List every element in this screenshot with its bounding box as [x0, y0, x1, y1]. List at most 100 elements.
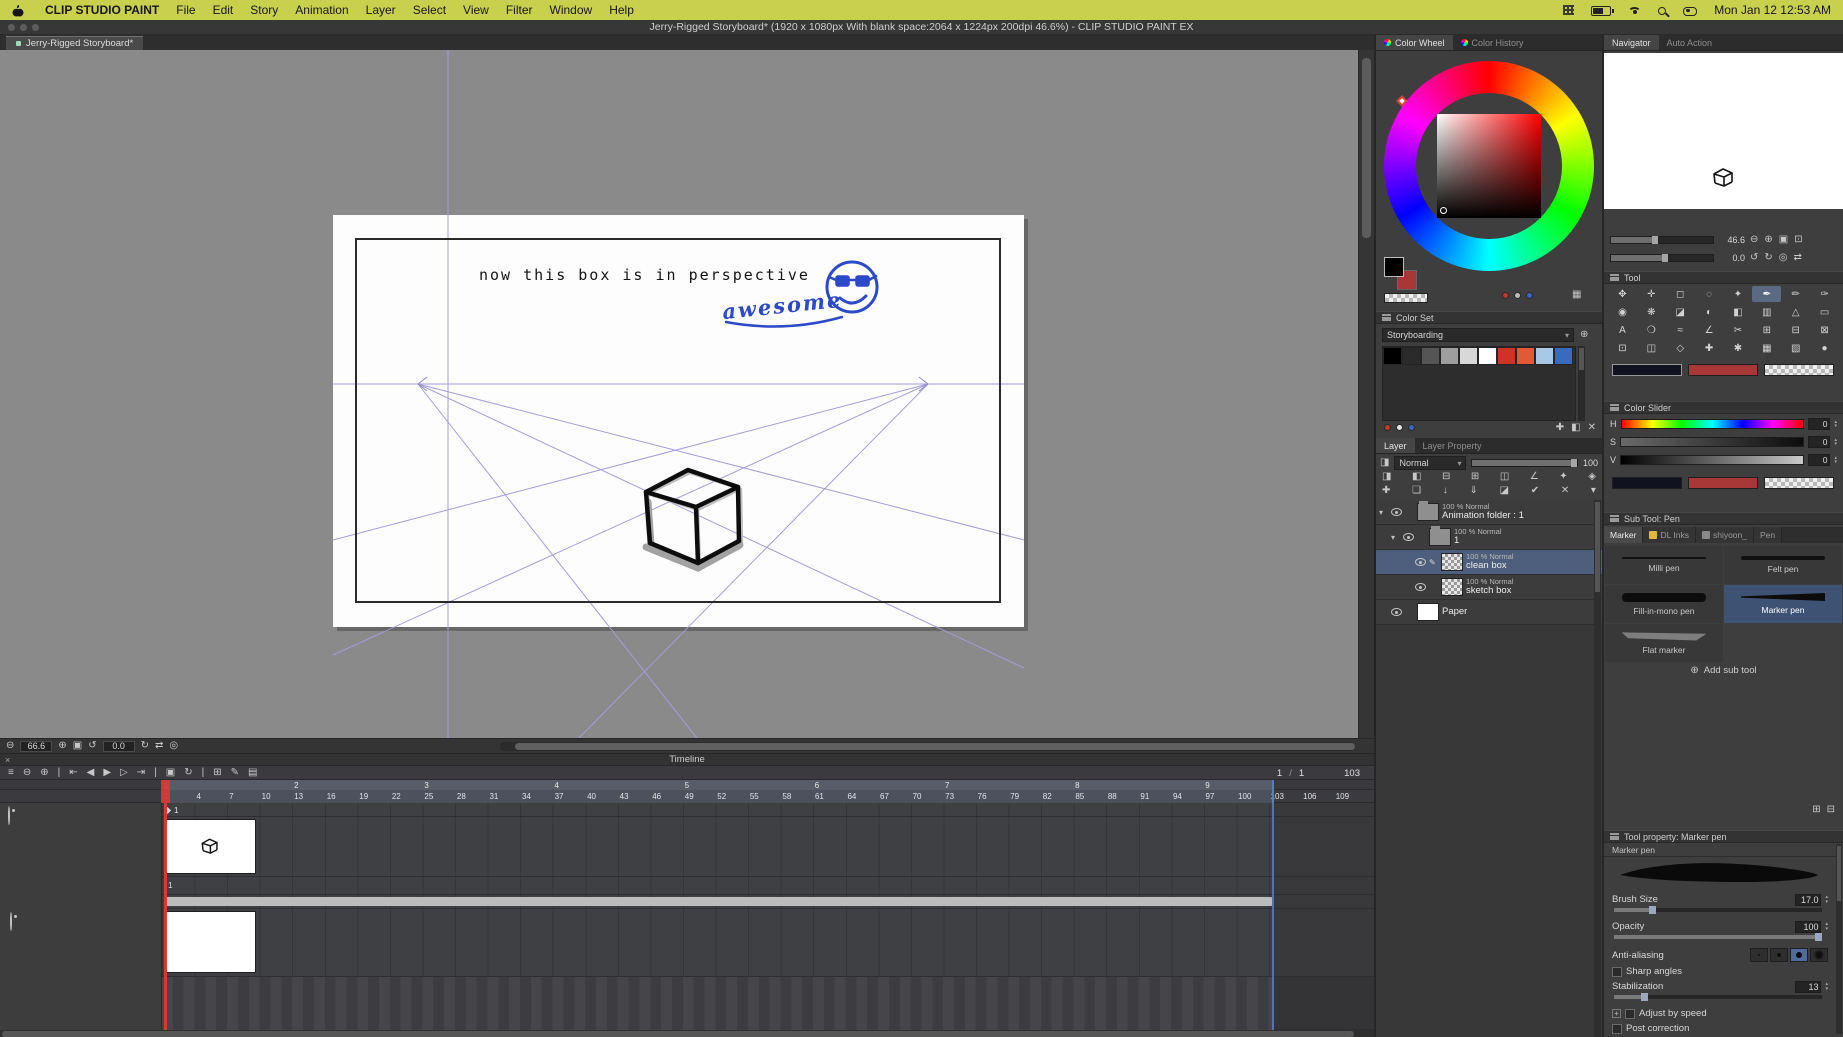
timeline-toolbar-icon[interactable]: | [154, 768, 157, 778]
layer-toolbar-icon[interactable]: ✕ [1561, 486, 1569, 496]
clip-duration-bar[interactable] [164, 897, 1272, 906]
color-slider-header[interactable]: Color Slider [1604, 401, 1843, 414]
hue-slider[interactable] [1621, 419, 1805, 429]
panel-menu-icon[interactable] [1610, 404, 1619, 411]
frame-number[interactable]: 88 [1106, 792, 1139, 801]
adjust-by-speed-checkbox[interactable] [1625, 1009, 1635, 1019]
subtool-group-tab[interactable]: shiyoon_ [1696, 527, 1754, 543]
frame-number[interactable]: 46 [650, 792, 683, 801]
canvas-zoom-value[interactable]: 66.6 [20, 741, 52, 752]
layer-toolbar-icon[interactable]: ✚ [1382, 486, 1390, 496]
panel-tab[interactable]: Auto Action [1659, 35, 1721, 50]
layer-visibility-eye-icon[interactable] [1391, 508, 1402, 516]
color-mode-dot[interactable] [1502, 292, 1509, 299]
layer-opacity-slider[interactable] [1471, 459, 1578, 467]
transparent-color-swatch[interactable] [1384, 293, 1428, 303]
color-mode-dot[interactable] [1526, 292, 1533, 299]
frame-number[interactable]: 70 [911, 792, 944, 801]
color-swatch[interactable] [1383, 347, 1402, 365]
navigator-rotate-icon[interactable]: ↺ [1750, 253, 1758, 263]
flip-horizontal-icon[interactable]: ⇄ [155, 741, 163, 751]
navigator-zoom-icon[interactable]: ⊖ [1750, 235, 1758, 245]
window-minimize-button[interactable] [20, 24, 27, 31]
menubar-menu-item[interactable]: Window [550, 3, 593, 17]
stepper[interactable]: ▴▾ [1825, 982, 1828, 991]
timeline-toolbar-icon[interactable]: ⇤ [69, 768, 77, 778]
track-cel-row[interactable] [0, 817, 1374, 877]
navigator-rotate-slider[interactable] [1610, 254, 1714, 262]
expand-plus-icon[interactable]: + [1612, 1009, 1621, 1018]
document-tab[interactable]: Jerry-Rigged Storyboard* [6, 36, 143, 50]
tool-property-scrollbar[interactable] [1836, 844, 1842, 1034]
layer-row[interactable]: 100 % Normal sketch box [1376, 575, 1602, 600]
color-set-header[interactable]: Color Set [1376, 311, 1602, 324]
tool-panel-header[interactable]: Tool [1604, 271, 1843, 284]
tool-icon[interactable]: ✥ [1608, 286, 1637, 302]
timeline-toolbar-icon[interactable]: ⇥ [137, 768, 145, 778]
timeline-toolbar-icon[interactable]: ⊕ [40, 768, 48, 778]
tool-icon[interactable]: ✱ [1724, 340, 1753, 356]
rotate-left-icon[interactable]: ↺ [88, 741, 96, 751]
frame-number[interactable]: 25 [422, 792, 455, 801]
timeline-toolbar-icon[interactable]: ▶ [103, 768, 111, 778]
color-set-tool-icon[interactable]: ✕ [1588, 423, 1596, 433]
menubar-menu-item[interactable]: Layer [366, 3, 396, 17]
tool-icon[interactable]: ∠ [1695, 322, 1724, 338]
frame-number[interactable]: 22 [390, 792, 423, 801]
color-indicator-dot[interactable] [1396, 424, 1403, 431]
apple-menu-icon[interactable] [12, 4, 28, 16]
blend-mode-select[interactable]: Normal ▾ [1394, 456, 1466, 470]
layer-visibility-eye-icon[interactable] [1391, 608, 1402, 616]
frame-number[interactable]: 67 [878, 792, 911, 801]
timeline-toolbar-icon[interactable]: ⊞ [213, 768, 221, 778]
anti-aliasing-option-button[interactable] [1750, 948, 1768, 962]
subtool-group-tab[interactable]: Pen [1754, 527, 1782, 543]
frame-number[interactable]: 91 [1138, 792, 1171, 801]
zoom-in-icon[interactable]: ⊕ [58, 741, 66, 751]
tool-icon[interactable]: ✒ [1752, 286, 1781, 302]
transparent-color-bar[interactable] [1764, 477, 1834, 489]
panel-tab[interactable]: Color Wheel [1376, 35, 1453, 50]
menubar-menu-item[interactable]: Help [609, 3, 634, 17]
frame-number[interactable]: 76 [976, 792, 1009, 801]
panel-tab[interactable]: Layer [1376, 438, 1415, 453]
canvas-vertical-scrollbar[interactable] [1358, 50, 1374, 738]
tool-icon[interactable]: ✑ [1810, 286, 1839, 302]
collapse-panel-icon[interactable]: ⊟ [1827, 805, 1835, 815]
add-subtool-button[interactable]: ⊕ Add sub tool [1604, 665, 1843, 676]
layer-thumbnail[interactable] [1417, 503, 1439, 521]
layer-toolbar-icon[interactable]: ⊟ [1442, 472, 1450, 482]
navigator-preview[interactable] [1604, 53, 1843, 209]
tool-icon[interactable]: ✛ [1637, 286, 1666, 302]
tool-icon[interactable]: ◧ [1724, 304, 1753, 320]
navigator-rotate-icon[interactable]: ◎ [1779, 253, 1788, 263]
timeline-toolbar-icon[interactable]: | [202, 768, 205, 778]
navigator-rotate-icon[interactable]: ↻ [1764, 253, 1772, 263]
frame-number[interactable]: 13 [292, 792, 325, 801]
color-swatch[interactable] [1478, 347, 1497, 365]
navigator-zoom-value[interactable]: 46.6 [1719, 235, 1745, 245]
menubar-menu-item[interactable]: Filter [506, 3, 533, 17]
subtool-item[interactable]: Flat marker [1605, 624, 1723, 662]
color-set-tool-icon[interactable]: ◧ [1571, 423, 1580, 433]
brush-size-value[interactable]: 17.0 [1795, 894, 1821, 906]
tool-icon[interactable]: ✏ [1781, 286, 1810, 302]
saturation-value[interactable]: 0 [1808, 436, 1830, 448]
layer-row[interactable]: ▾ 100 % Normal Animation folder : 1 [1376, 500, 1602, 525]
stepper[interactable]: ▴▾ [1834, 438, 1837, 447]
color-swatch[interactable] [1554, 347, 1573, 365]
track-empty-row[interactable] [0, 977, 1374, 1030]
color-indicator-dot[interactable] [1384, 424, 1391, 431]
tool-icon[interactable]: ✦ [1724, 286, 1753, 302]
tool-icon[interactable]: ❍ [1637, 322, 1666, 338]
frame-number[interactable]: 7 [227, 792, 260, 801]
anti-aliasing-option-button[interactable] [1810, 948, 1828, 962]
frame-number[interactable]: 4 [195, 792, 228, 801]
navigator-zoom-icon[interactable]: ⊕ [1764, 235, 1772, 245]
scrollbar-thumb[interactable] [1362, 58, 1371, 238]
track-clip-row[interactable] [0, 895, 1374, 909]
main-color-bar[interactable] [1612, 364, 1682, 376]
stepper[interactable]: ▴▾ [1834, 456, 1837, 465]
tool-icon[interactable]: ◪ [1666, 304, 1695, 320]
sv-cursor[interactable] [1440, 207, 1447, 214]
